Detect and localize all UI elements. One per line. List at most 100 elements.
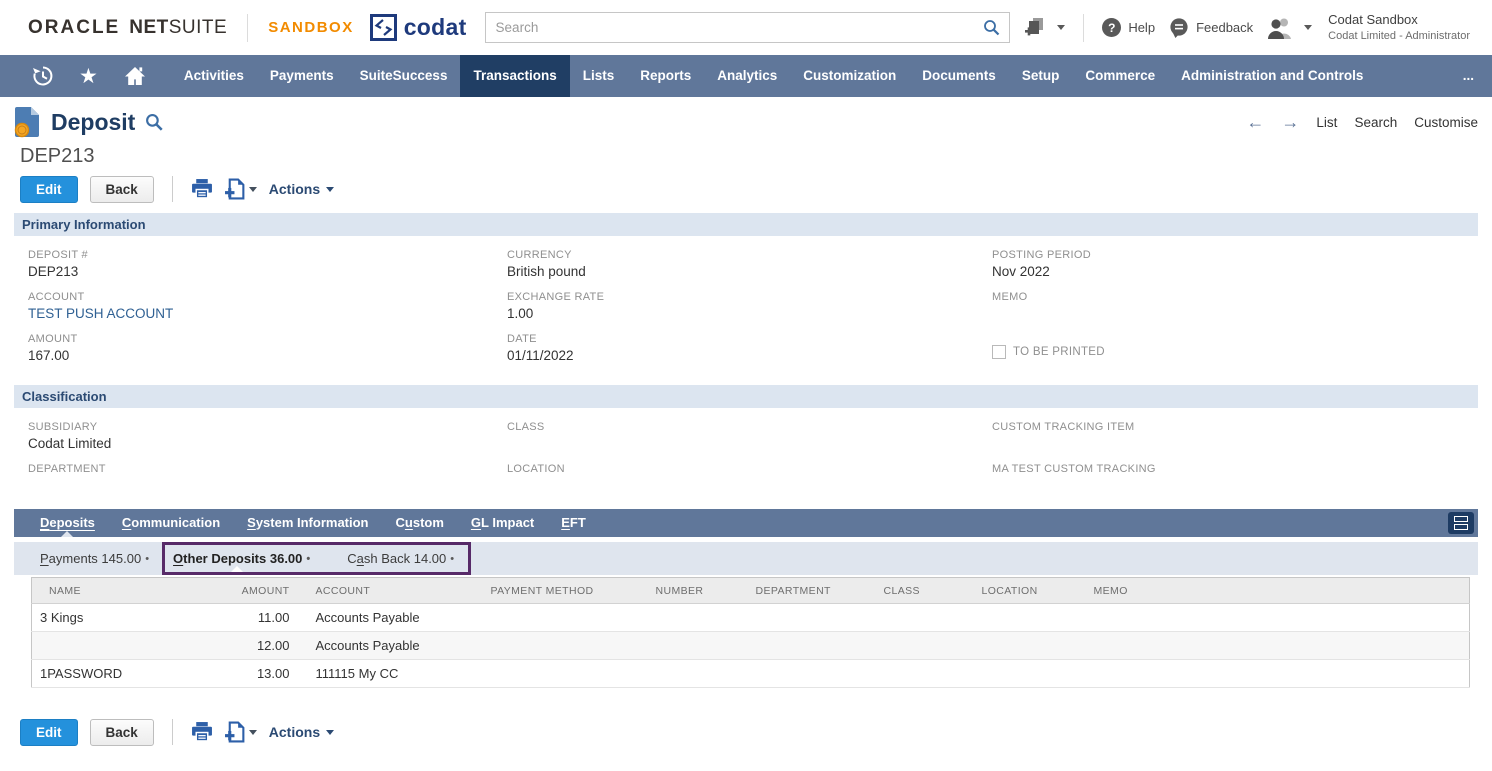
field-column: CURRENCY British pound EXCHANGE RATE 1.0… xyxy=(507,249,992,375)
add-record-menu[interactable] xyxy=(225,178,257,200)
field-column: POSTING PERIOD Nov 2022 MEMO TO BE PRINT… xyxy=(992,249,1478,375)
tab-deposits[interactable]: Deposits xyxy=(40,509,95,537)
deposit-account-link[interactable]: 111115 My CC xyxy=(308,660,483,688)
subtab-cash-back[interactable]: Cash Back 14.00• xyxy=(347,545,454,572)
field-label: CURRENCY xyxy=(507,249,992,261)
field-department: DEPARTMENT xyxy=(28,463,507,505)
nav-item-administration[interactable]: Administration and Controls xyxy=(1168,55,1376,97)
field-label: EXCHANGE RATE xyxy=(507,291,992,303)
deposit-account-link[interactable]: Accounts Payable xyxy=(308,632,483,660)
shortcuts-star-icon[interactable]: ★ xyxy=(79,66,98,87)
subtab-payments[interactable]: Payments 145.00• xyxy=(40,542,149,575)
subtab-other-deposits[interactable]: Other Deposits 36.00• xyxy=(173,545,310,572)
forward-arrow-icon[interactable]: → xyxy=(1281,113,1299,131)
nav-item-commerce[interactable]: Commerce xyxy=(1072,55,1168,97)
nav-item-setup[interactable]: Setup xyxy=(1009,55,1073,97)
column-header-account: ACCOUNT xyxy=(308,578,483,604)
print-button[interactable] xyxy=(191,722,213,742)
page-title-row: Deposit ← → List Search Customise xyxy=(14,103,1478,141)
customise-link[interactable]: Customise xyxy=(1414,115,1478,130)
field-value: Codat Limited xyxy=(28,436,507,452)
label-fragment: S xyxy=(247,515,256,530)
divider xyxy=(172,719,173,745)
print-button[interactable] xyxy=(191,179,213,199)
global-search-input[interactable] xyxy=(496,20,983,35)
search-icon[interactable] xyxy=(983,19,1000,36)
nav-item-suitesuccess[interactable]: SuiteSuccess xyxy=(347,55,461,97)
nav-overflow-menu[interactable]: ... xyxy=(1445,55,1492,97)
nav-item-lists[interactable]: Lists xyxy=(570,55,628,97)
nav-item-analytics[interactable]: Analytics xyxy=(704,55,790,97)
field-posting-period: POSTING PERIOD Nov 2022 xyxy=(992,249,1478,291)
field-label: AMOUNT xyxy=(28,333,507,345)
field-column: CUSTOM TRACKING ITEM MA TEST CUSTOM TRAC… xyxy=(992,421,1478,505)
back-button[interactable]: Back xyxy=(90,176,154,203)
tab-custom[interactable]: Custom xyxy=(396,509,444,537)
nav-item-documents[interactable]: Documents xyxy=(909,55,1009,97)
back-button[interactable]: Back xyxy=(90,719,154,746)
column-header-location: LOCATION xyxy=(974,578,1086,604)
feedback-label: Feedback xyxy=(1196,20,1253,35)
nav-item-reports[interactable]: Reports xyxy=(627,55,704,97)
create-new-menu[interactable] xyxy=(1025,18,1065,38)
tab-label: Communication xyxy=(122,515,220,530)
home-icon[interactable] xyxy=(123,65,147,87)
label-fragment: ther Deposits 36.00 xyxy=(183,551,302,566)
edit-button[interactable]: Edit xyxy=(20,176,78,203)
field-exchange-rate: EXCHANGE RATE 1.00 xyxy=(507,291,992,333)
deposit-name xyxy=(32,632,218,660)
column-header-class: CLASS xyxy=(876,578,974,604)
actions-menu[interactable]: Actions xyxy=(269,724,334,740)
codat-logo-text: codat xyxy=(404,14,467,41)
to-be-printed-checkbox[interactable] xyxy=(992,345,1006,359)
record-page: Deposit ← → List Search Customise DEP213… xyxy=(0,103,1492,746)
page-title: Deposit xyxy=(51,109,135,136)
field-value: DEP213 xyxy=(28,264,507,280)
tab-eft[interactable]: EFT xyxy=(561,509,586,537)
tab-gl-impact[interactable]: GL Impact xyxy=(471,509,534,537)
field-column: SUBSIDIARY Codat Limited DEPARTMENT xyxy=(28,421,507,505)
deposit-amount: 12.00 xyxy=(218,632,308,660)
caret-down-icon xyxy=(326,730,334,735)
deposit-name-link[interactable]: 1PASSWORD xyxy=(32,660,218,688)
nav-item-transactions[interactable]: Transactions xyxy=(460,55,569,97)
rows-icon xyxy=(1454,524,1468,530)
oracle-netsuite-logo: ORACLE NETSUITE xyxy=(28,17,227,39)
list-link[interactable]: List xyxy=(1316,115,1337,130)
field-location: LOCATION xyxy=(507,463,992,505)
deposit-class xyxy=(876,632,974,660)
account-link[interactable]: TEST PUSH ACCOUNT xyxy=(28,306,507,322)
back-arrow-icon[interactable]: ← xyxy=(1246,113,1264,131)
feedback-menu[interactable]: Feedback xyxy=(1169,18,1253,38)
action-toolbar-bottom: Edit Back Actions xyxy=(20,718,1478,746)
printer-icon xyxy=(191,179,213,199)
recent-records-icon[interactable] xyxy=(32,65,54,87)
account-role: Codat Limited - Administrator xyxy=(1328,29,1470,43)
record-search-icon[interactable] xyxy=(145,113,163,131)
classification-section: Classification SUBSIDIARY Codat Limited … xyxy=(14,385,1478,505)
label-fragment: FT xyxy=(570,515,586,530)
search-link[interactable]: Search xyxy=(1354,115,1397,130)
field-label: POSTING PERIOD xyxy=(992,249,1478,261)
actions-menu[interactable]: Actions xyxy=(269,181,334,197)
subtab-marker: • xyxy=(450,553,454,565)
edit-button[interactable]: Edit xyxy=(20,719,78,746)
add-record-menu[interactable] xyxy=(225,721,257,743)
deposit-name-link[interactable]: 3 Kings xyxy=(32,604,218,632)
field-label: MA TEST CUSTOM TRACKING xyxy=(992,463,1478,475)
help-icon: ? xyxy=(1102,18,1121,37)
help-menu[interactable]: ? Help xyxy=(1102,18,1155,37)
printer-icon xyxy=(191,722,213,742)
nav-item-payments[interactable]: Payments xyxy=(257,55,347,97)
role-switcher[interactable] xyxy=(1267,17,1312,39)
subtab-label: Other Deposits 36.00 xyxy=(173,551,302,566)
codat-logo-icon xyxy=(370,14,397,41)
nav-item-activities[interactable]: Activities xyxy=(171,55,257,97)
tab-communication[interactable]: Communication xyxy=(122,509,220,537)
deposit-account-link[interactable]: Accounts Payable xyxy=(308,604,483,632)
nav-item-customization[interactable]: Customization xyxy=(790,55,909,97)
tab-system-information[interactable]: System Information xyxy=(247,509,368,537)
user-roles-icon xyxy=(1267,17,1294,39)
toggle-layout-button[interactable] xyxy=(1448,512,1474,534)
field-amount: AMOUNT 167.00 xyxy=(28,333,507,375)
